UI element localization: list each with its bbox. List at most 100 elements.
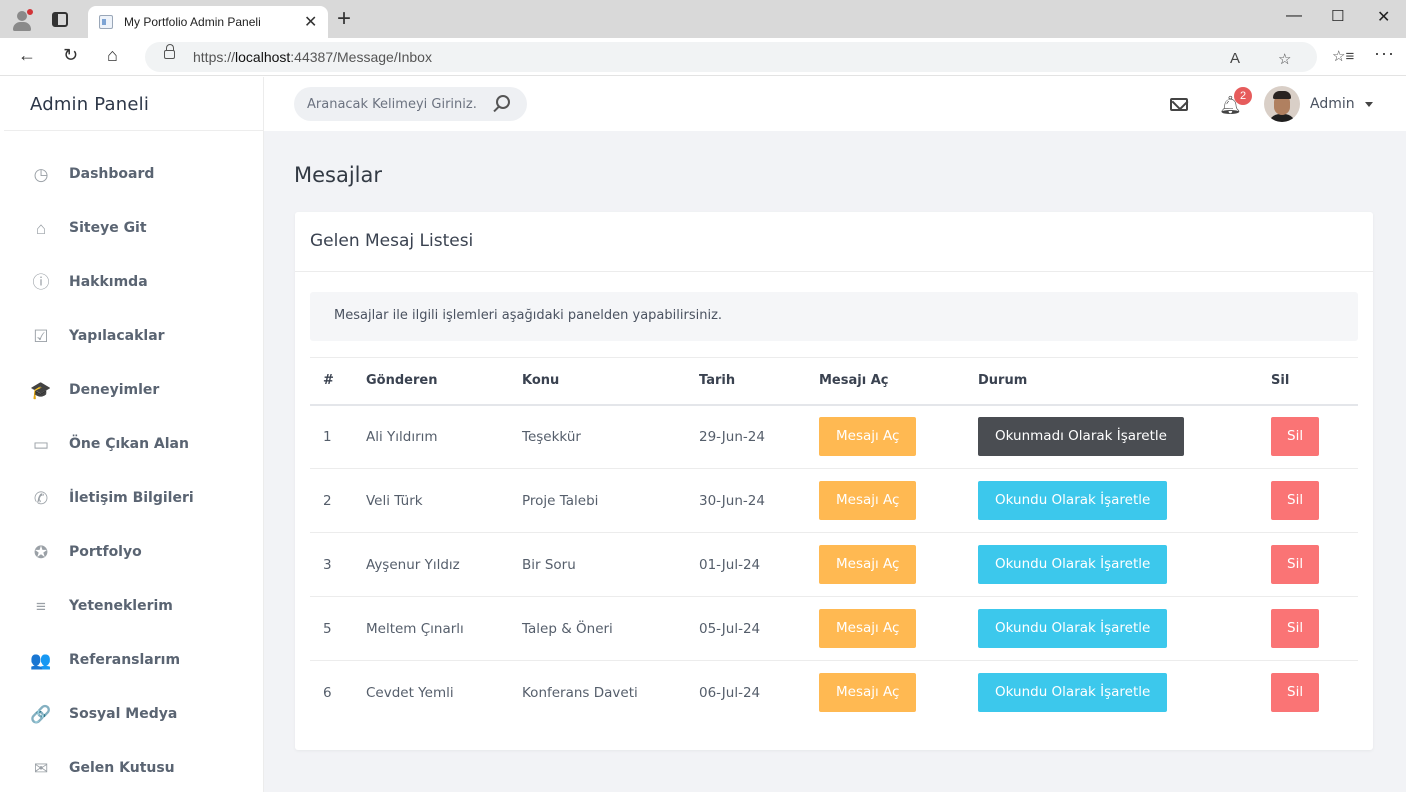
mark-unread-button[interactable]: Okunmadı Olarak İşaretle bbox=[978, 417, 1184, 457]
table-header-row: # Gönderen Konu Tarih Mesajı Aç Durum Si… bbox=[310, 357, 1358, 406]
brand-title[interactable]: Admin Paneli bbox=[30, 94, 149, 115]
sidebar-item-1[interactable]: ◷ Dashboard bbox=[4, 155, 263, 195]
delete-cell: Sil bbox=[1271, 468, 1358, 533]
mark-read-button[interactable]: Okundu Olarak İşaretle bbox=[978, 609, 1168, 648]
avatar[interactable] bbox=[1264, 86, 1300, 122]
sidebar-item-label: Sosyal Medya bbox=[69, 706, 178, 722]
sidebar: Admin Paneli ◷ Dashboard ⌂ Siteye Git ⓘ Hakkı… bbox=[4, 77, 264, 792]
message-id: 6 bbox=[323, 684, 332, 701]
card-header: Gelen Mesaj Listesi bbox=[295, 212, 1373, 272]
message-subject: Proje Talebi bbox=[522, 468, 699, 533]
message-sender: Ayşenur Yıldız bbox=[366, 532, 522, 597]
mark-read-button[interactable]: Okundu Olarak İşaretle bbox=[978, 673, 1168, 713]
sidebar-item-7[interactable]: ✆ İletişim Bilgileri bbox=[4, 479, 263, 519]
message-id: 1 bbox=[310, 404, 366, 469]
status-cell: Okundu Olarak İşaretle bbox=[978, 468, 1271, 533]
search-input[interactable] bbox=[307, 95, 477, 113]
search-box bbox=[294, 87, 527, 121]
column-header-date: Tarih bbox=[699, 357, 819, 406]
sidebar-item-label: Portfolyo bbox=[69, 544, 142, 560]
maximize-button[interactable]: ☐ bbox=[1331, 7, 1344, 25]
back-icon[interactable]: ← bbox=[18, 45, 36, 66]
open-message-button[interactable]: Mesajı Aç bbox=[819, 481, 917, 520]
message-sender: Cevdet Yemli bbox=[366, 684, 454, 701]
refresh-icon[interactable]: ↻ bbox=[63, 45, 78, 66]
mark-read-button[interactable]: Okundu Olarak İşaretle bbox=[978, 545, 1168, 584]
delete-button[interactable]: Sil bbox=[1271, 673, 1320, 713]
message-sender: Veli Türk bbox=[366, 468, 522, 533]
favorites-list-icon[interactable]: ☆≡ bbox=[1332, 47, 1354, 65]
open-message-button[interactable]: Mesajı Aç bbox=[819, 673, 917, 713]
sidebar-item-11[interactable]: 🔗 Sosyal Medya bbox=[4, 695, 263, 735]
monitor-icon: ▭ bbox=[32, 435, 50, 454]
read-aloud-icon[interactable]: A bbox=[1230, 50, 1240, 67]
user-name[interactable]: Admin bbox=[1310, 96, 1355, 112]
profile-icon[interactable] bbox=[10, 8, 34, 32]
sidebar-item-8[interactable]: ✪ Portfolyo bbox=[4, 533, 263, 573]
open-message-button[interactable]: Mesajı Aç bbox=[819, 609, 917, 648]
browser-tab[interactable]: My Portfolio Admin Paneli ✕ bbox=[88, 6, 328, 38]
table-row: 3 Ayşenur Yıldız Bir Soru 01-Jul-24 Mesajı A… bbox=[310, 532, 1358, 597]
sidebar-item-6[interactable]: ▭ Öne Çıkan Alan bbox=[4, 425, 263, 465]
message-date: 30-Jun-24 bbox=[699, 468, 819, 533]
delete-button[interactable]: Sil bbox=[1271, 417, 1320, 457]
status-cell: Okundu Olarak İşaretle bbox=[978, 532, 1271, 597]
url-field[interactable]: https://localhost:44387/Message/Inbox A … bbox=[145, 42, 1317, 72]
search-icon[interactable] bbox=[496, 95, 510, 109]
open-cell: Mesajı Aç bbox=[819, 532, 978, 597]
minimize-button[interactable]: — bbox=[1286, 7, 1302, 25]
message-id: 3 bbox=[310, 532, 366, 597]
new-tab-button[interactable]: + bbox=[337, 7, 351, 31]
sidebar-item-2[interactable]: ⌂ Siteye Git bbox=[4, 209, 263, 249]
tab-close-icon[interactable]: ✕ bbox=[304, 12, 317, 32]
message-sender: Meltem Çınarlı bbox=[366, 596, 522, 661]
card-title: Gelen Mesaj Listesi bbox=[310, 231, 474, 251]
message-date: 29-Jun-24 bbox=[699, 404, 819, 469]
delete-button[interactable]: Sil bbox=[1271, 545, 1320, 584]
window-close-button[interactable]: ✕ bbox=[1377, 7, 1390, 27]
sidebar-item-12[interactable]: ✉ Gelen Kutusu bbox=[4, 749, 263, 789]
sidebar-item-3[interactable]: ⓘ Hakkımda bbox=[4, 263, 263, 303]
messages-icon[interactable] bbox=[1170, 98, 1188, 111]
sidebar-item-label: Gelen Kutusu bbox=[69, 760, 175, 776]
delete-button[interactable]: Sil bbox=[1271, 481, 1320, 520]
chevron-down-icon[interactable] bbox=[1365, 102, 1373, 107]
delete-button[interactable]: Sil bbox=[1271, 609, 1320, 648]
sidebar-item-label: Referanslarım bbox=[69, 652, 181, 668]
sidebar-item-10[interactable]: 👥 Referanslarım bbox=[4, 641, 263, 681]
sidebar-item-label: Deneyimler bbox=[69, 382, 160, 398]
sidebar-item-label: İletişim Bilgileri bbox=[69, 490, 194, 506]
open-message-button[interactable]: Mesajı Aç bbox=[819, 417, 917, 457]
status-cell: Okundu Olarak İşaretle bbox=[978, 661, 1271, 725]
home-browser-icon[interactable]: ⌂ bbox=[107, 45, 118, 66]
column-header-delete: Sil bbox=[1271, 357, 1358, 406]
message-list-card: Gelen Mesaj Listesi Mesajlar ile ilgili … bbox=[295, 212, 1373, 750]
browser-titlebar: My Portfolio Admin Paneli ✕ + — ☐ ✕ bbox=[0, 0, 1406, 38]
more-menu-icon[interactable]: ··· bbox=[1374, 43, 1395, 64]
table-row: 1 Ali Yıldırım Teşekkür 29-Jun-24 Mesajı Aç O… bbox=[310, 404, 1358, 469]
delete-cell: Sil bbox=[1271, 404, 1358, 469]
message-date: 01-Jul-24 bbox=[699, 532, 819, 597]
mark-read-button[interactable]: Okundu Olarak İşaretle bbox=[978, 481, 1168, 520]
tab-actions-icon[interactable] bbox=[52, 12, 68, 27]
notification-badge: 2 bbox=[1234, 87, 1252, 105]
sidebar-item-label: Siteye Git bbox=[69, 220, 147, 236]
tab-title: My Portfolio Admin Paneli bbox=[124, 15, 261, 29]
favorite-star-icon[interactable]: ☆ bbox=[1278, 50, 1291, 68]
sidebar-item-9[interactable]: ≡ Yeteneklerim bbox=[4, 587, 263, 627]
column-header-sender: Gönderen bbox=[366, 357, 522, 406]
message-subject: Konferans Daveti bbox=[522, 684, 638, 701]
top-navbar: 🔔︎ 2 Admin bbox=[264, 77, 1406, 131]
skills-chart-icon: ≡ bbox=[36, 597, 46, 616]
sidebar-item-label: Hakkımda bbox=[69, 274, 148, 290]
table-row: 5 Meltem Çınarlı Talep & Öneri 05-Jul-24 Mes… bbox=[310, 596, 1358, 661]
open-message-button[interactable]: Mesajı Aç bbox=[819, 545, 917, 584]
status-cell: Okundu Olarak İşaretle bbox=[978, 596, 1271, 661]
sidebar-item-4[interactable]: ☑ Yapılacaklar bbox=[4, 317, 263, 357]
sidebar-item-5[interactable]: 🎓 Deneyimler bbox=[4, 371, 263, 411]
delete-cell: Sil bbox=[1271, 661, 1358, 725]
sidebar-item-label: Öne Çıkan Alan bbox=[69, 436, 189, 452]
favicon-icon bbox=[99, 15, 113, 29]
open-cell: Mesajı Aç bbox=[819, 661, 978, 725]
sidebar-item-label: Yapılacaklar bbox=[69, 328, 165, 344]
